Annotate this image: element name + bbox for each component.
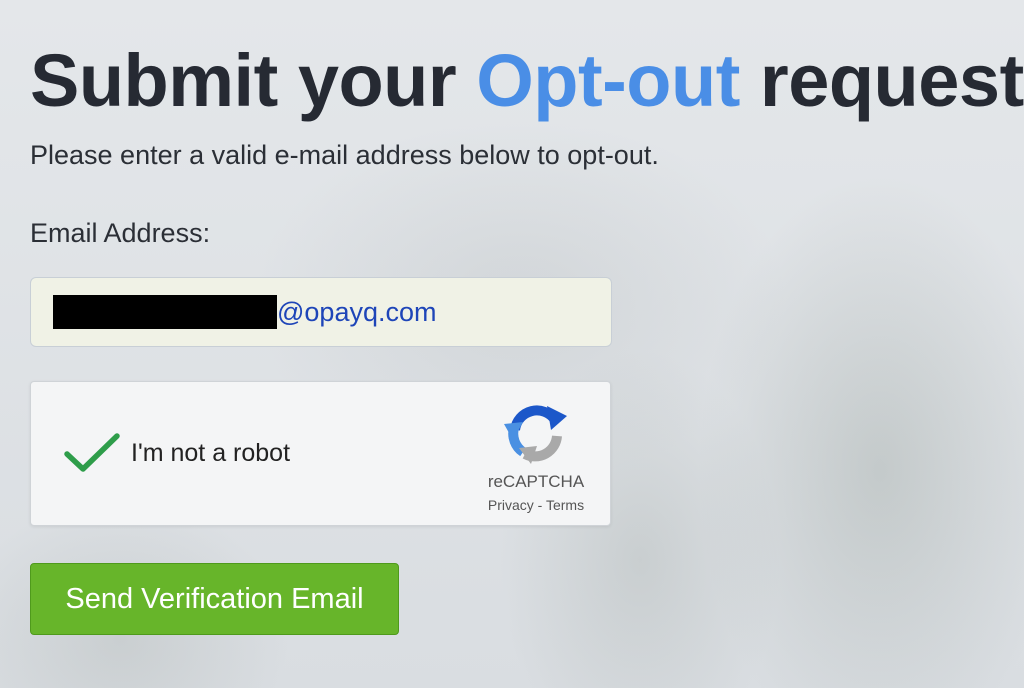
email-domain-text: @opayq.com bbox=[277, 297, 437, 327]
recaptcha-logo-icon bbox=[504, 405, 567, 464]
title-part-2: request bbox=[739, 39, 1024, 122]
title-accent: Opt-out bbox=[476, 39, 740, 122]
opt-out-form: Submit your Opt-out request Please enter… bbox=[30, 38, 1024, 250]
redacted-block bbox=[53, 295, 277, 329]
send-verification-button[interactable]: Send Verification Email bbox=[30, 563, 399, 635]
email-label: Email Address: bbox=[30, 218, 211, 248]
page-subtitle: Please enter a valid e-mail address belo… bbox=[30, 140, 659, 170]
page-title: Submit your Opt-out request bbox=[30, 38, 1024, 124]
recaptcha-privacy-terms[interactable]: Privacy - Terms bbox=[471, 496, 601, 514]
title-part-1: Submit your bbox=[30, 39, 477, 122]
recaptcha-widget: I'm not a robot reCAPTCHA Privacy - Term… bbox=[30, 381, 611, 526]
email-field[interactable]: @opayq.com bbox=[30, 277, 612, 347]
not-a-robot-label: I'm not a robot bbox=[131, 439, 291, 467]
checkmark-icon[interactable] bbox=[63, 432, 121, 474]
recaptcha-brand: reCAPTCHA bbox=[487, 472, 585, 491]
